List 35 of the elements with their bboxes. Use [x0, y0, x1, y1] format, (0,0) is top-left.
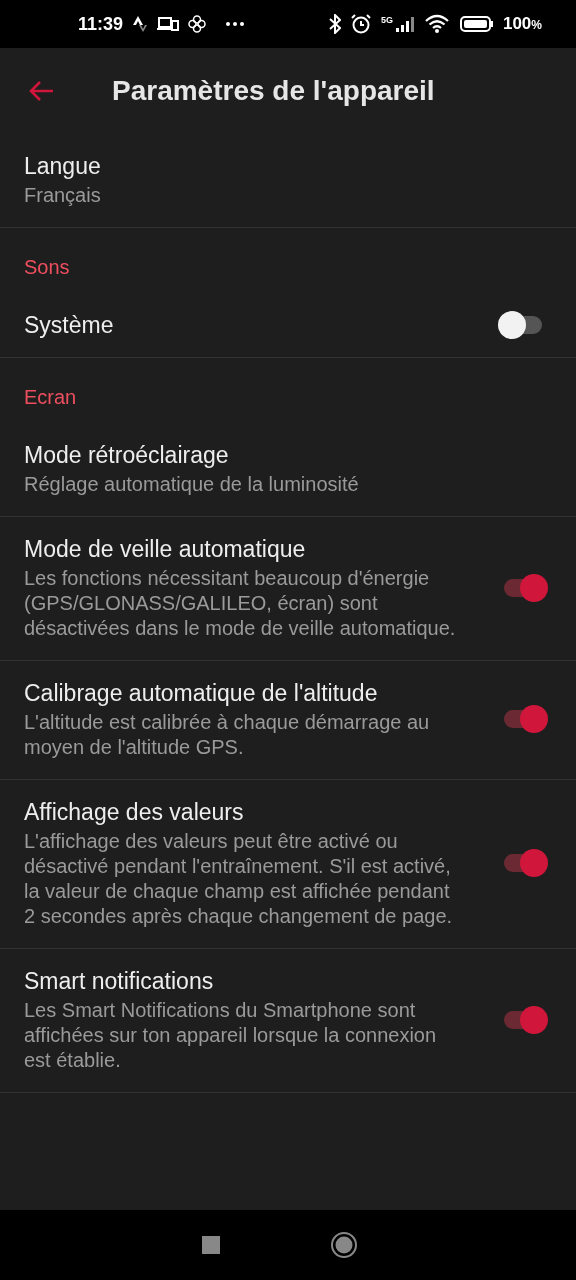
setting-title: Mode de veille automatique	[24, 535, 307, 564]
signal-icon	[393, 15, 416, 33]
devices-icon	[157, 16, 180, 32]
wifi-icon	[424, 14, 451, 34]
setting-row[interactable]: Mode rétroéclairage Réglage automatique de la luminosité	[0, 423, 576, 517]
more-icon	[225, 21, 246, 27]
setting-row[interactable]: Langue Français	[0, 134, 576, 228]
network-type: 5G	[380, 15, 393, 25]
setting-description: L'affichage des valeurs peut être activé ou désactivé pendant l'entraînement. S'il est activé, la valeur de chaque champ est affichée pendant 2 secondes après chaque changement de page.	[24, 829, 454, 929]
battery-level: 100%	[502, 14, 542, 34]
setting-row[interactable]: Smart notifications Les Smart Notifications du Smartphone sont affichées sur ton appareil lorsque la connexion est établie.	[0, 949, 576, 1093]
clock: 11:39	[78, 13, 124, 35]
setting-row[interactable]: Calibrage automatique de l'altitude L'altitude est calibrée à chaque démarrage au moyen de l'altitude GPS.	[0, 661, 576, 780]
setting-description: Les fonctions nécessitant beaucoup d'énergie (GPS/GLONASS/GALILEO, écran) sont désactivées dans le mode de veille automatique.	[24, 566, 456, 641]
battery-icon	[459, 15, 494, 33]
page-title: Paramètres de l'appareil	[112, 75, 435, 107]
section-header: Ecran	[23, 385, 78, 410]
setting-title: Langue	[24, 152, 102, 181]
alarm-icon	[349, 13, 372, 35]
setting-description: L'altitude est calibrée à chaque démarrage au moyen de l'altitude GPS.	[24, 710, 431, 760]
setting-description: Réglage automatique de la luminosité	[24, 472, 360, 497]
setting-title: Affichage des valeurs	[24, 798, 245, 827]
bluetooth-icon	[328, 14, 341, 34]
setting-description: Les Smart Notifications du Smartphone sont affichées sur ton appareil lorsque la connexion est établie.	[24, 998, 438, 1073]
section-header: Sons	[23, 255, 71, 280]
setting-title: Système	[24, 311, 115, 340]
back-arrow-icon	[28, 80, 54, 102]
setting-row[interactable]: Système	[0, 293, 576, 358]
setting-title: Smart notifications	[24, 967, 215, 996]
flower-icon	[188, 15, 207, 33]
setting-row[interactable]: Mode de veille automatique Les fonctions nécessitant beaucoup d'énergie (GPS/GLONASS/GALILEO, écran) sont désactivées dans le mode de veille automatique.	[0, 517, 576, 661]
setting-title: Calibrage automatique de l'altitude	[24, 679, 379, 708]
setting-description: Français	[24, 183, 102, 208]
home-icon[interactable]	[330, 1231, 358, 1259]
setting-title: Mode rétroéclairage	[24, 441, 230, 470]
